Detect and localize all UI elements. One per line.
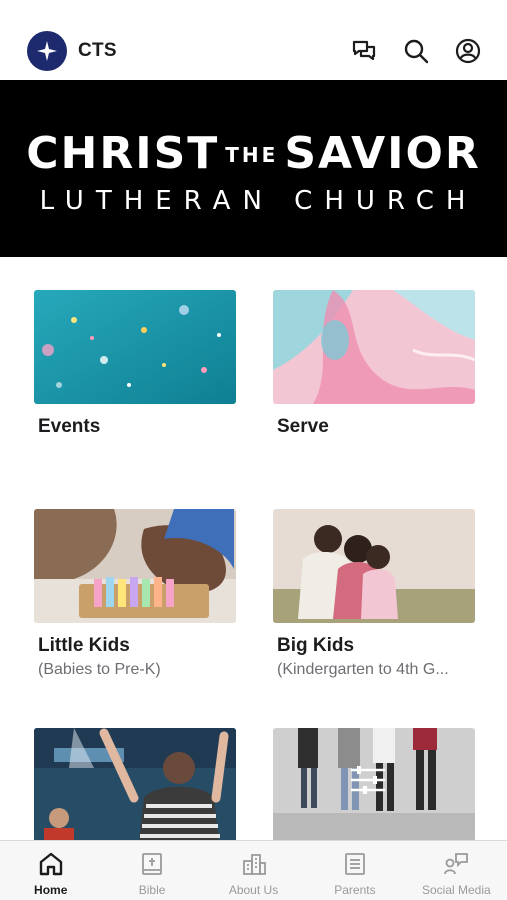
app-title: CTS [78, 40, 117, 61]
card-title: Serve [277, 416, 329, 437]
church-banner: CHRIST THE SAVIOR LUTHERAN CHURCH [0, 80, 507, 257]
little-kids-image [34, 509, 236, 623]
bottom-tab-bar: Home Bible About Us Parents Social Media [0, 840, 507, 900]
card-little-kids[interactable]: Little Kids (Babies to Pre-K) [34, 509, 236, 679]
bible-icon [142, 853, 163, 875]
card-big-kids[interactable]: Big Kids (Kindergarten to 4th G... [273, 509, 475, 679]
tab-label: Bible [138, 883, 166, 897]
banner-word-savior: SAVIOR [284, 128, 481, 179]
tab-label: Home [34, 883, 68, 897]
church-logo[interactable] [27, 31, 67, 71]
tab-label: About Us [228, 883, 279, 897]
tab-parents[interactable]: Parents [304, 841, 405, 900]
document-icon [345, 853, 365, 875]
card-title: Big Kids [277, 635, 355, 656]
chat-icon[interactable] [349, 36, 379, 66]
sparkle-icon [37, 41, 57, 61]
tab-label: Social Media [421, 883, 491, 897]
buildings-icon [242, 854, 266, 875]
search-icon[interactable] [401, 36, 431, 66]
tab-bible[interactable]: Bible [101, 841, 202, 900]
tab-social-media[interactable]: Social Media [406, 841, 507, 900]
card-subtitle: (Kindergarten to 4th G... [277, 661, 449, 678]
card-students[interactable] [273, 728, 475, 854]
banner-line-2: LUTHERAN CHURCH [39, 186, 478, 216]
big-kids-image [273, 509, 475, 623]
banner-word-the: THE [225, 143, 279, 167]
card-serve[interactable]: Serve [273, 290, 475, 438]
tab-about-us[interactable]: About Us [203, 841, 304, 900]
card-events[interactable]: Events [34, 290, 236, 438]
students-image [273, 728, 475, 842]
banner-word-christ: CHRIST [26, 128, 220, 179]
tab-label: Parents [334, 883, 376, 897]
events-image [34, 290, 236, 404]
social-icon [444, 853, 469, 875]
youth-image [34, 728, 236, 842]
card-subtitle: (Babies to Pre-K) [38, 661, 161, 678]
card-youth[interactable] [34, 728, 236, 854]
card-title: Little Kids [38, 635, 130, 656]
profile-icon[interactable] [453, 36, 483, 66]
home-icon [39, 852, 62, 876]
tab-home[interactable]: Home [0, 841, 101, 900]
serve-image [273, 290, 475, 404]
card-title: Events [38, 416, 101, 437]
app-header: CTS [0, 22, 507, 80]
banner-line-1: CHRIST THE SAVIOR [0, 130, 507, 179]
